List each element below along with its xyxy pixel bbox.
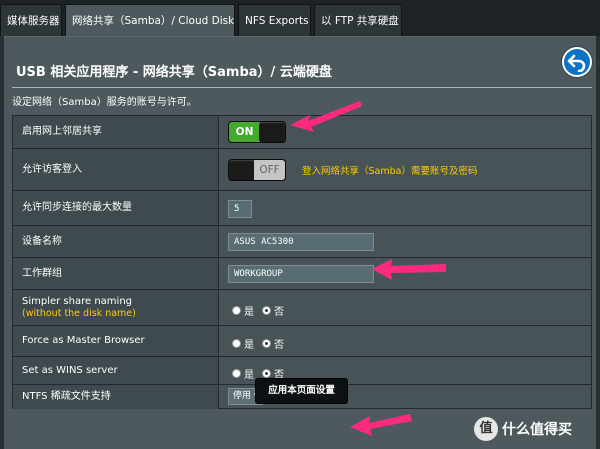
- radio-no[interactable]: [262, 339, 271, 348]
- row-label: NTFS 稀疏文件支持: [13, 385, 219, 409]
- row-master-browser: Force as Master Browser 是 否: [13, 326, 591, 357]
- radio-yes[interactable]: [232, 369, 241, 378]
- annotation-arrow-icon: [290, 101, 362, 132]
- guest-login-toggle[interactable]: OFF: [228, 159, 286, 181]
- page-description: 设定网络（Samba）服务的账号与许可。: [12, 97, 197, 108]
- row-label: 允许访客登入: [13, 149, 219, 190]
- settings-table: 启用网上邻居共享 ON 允许访客登入 OFF 登入网络共享（Samba）需要账号…: [12, 115, 592, 409]
- radio-no-label: 否: [274, 307, 284, 318]
- row-label: Set as WINS server: [13, 357, 219, 384]
- tab-bar: 媒体服务器 网络共享（Samba）/ Cloud Disk NFS Export…: [0, 0, 600, 36]
- max-connections-input[interactable]: 5: [228, 200, 252, 218]
- simpler-naming-sublabel: (without the disk name): [22, 307, 136, 319]
- row-label: 设备名称: [13, 226, 219, 257]
- row-label: 启用网上邻居共享: [13, 116, 219, 148]
- simpler-naming-label: Simpler share naming: [22, 295, 133, 307]
- device-name-input[interactable]: ASUS AC5300: [228, 233, 374, 251]
- row-guest-login: 允许访客登入 OFF 登入网络共享（Samba）需要账号及密码: [13, 149, 591, 191]
- simpler-naming-radio-group: 是 否: [232, 303, 292, 318]
- page-title: USB 相关应用程序 - 网络共享（Samba）/ 云端硬盘: [16, 65, 332, 80]
- back-button[interactable]: [562, 47, 592, 77]
- row-simpler-share-naming: Simpler share naming (without the disk n…: [13, 290, 591, 326]
- toggle-on-label: ON: [229, 122, 260, 142]
- toggle-knob: [259, 122, 285, 142]
- radio-yes-label: 是: [244, 307, 254, 318]
- workgroup-input[interactable]: WORKGROUP: [228, 265, 374, 283]
- radio-yes-label: 是: [244, 370, 254, 381]
- master-browser-radio-group: 是 否: [232, 336, 292, 351]
- radio-yes-label: 是: [244, 340, 254, 351]
- tab-media-server[interactable]: 媒体服务器: [0, 4, 62, 36]
- row-label: Force as Master Browser: [13, 326, 219, 356]
- title-divider: [12, 87, 592, 88]
- watermark-logo-icon: 值: [474, 417, 498, 441]
- row-label: 工作群组: [13, 258, 219, 289]
- back-arrow-icon: [567, 54, 586, 72]
- tab-nfs-exports[interactable]: NFS Exports: [238, 4, 311, 36]
- watermark: 值 什么值得买: [474, 417, 572, 441]
- toggle-knob: [229, 160, 255, 180]
- toggle-off-label: OFF: [254, 160, 285, 180]
- apply-button[interactable]: 应用本页面设置: [255, 378, 348, 404]
- row-workgroup: 工作群组 WORKGROUP: [13, 258, 591, 290]
- network-neighborhood-toggle[interactable]: ON: [228, 121, 286, 143]
- row-label: Simpler share naming (without the disk n…: [13, 290, 219, 325]
- annotation-arrow-icon: [372, 259, 446, 280]
- tab-ftp-share[interactable]: 以 FTP 共享硬盘: [314, 4, 402, 36]
- radio-no[interactable]: [262, 369, 271, 378]
- guest-login-hint: 登入网络共享（Samba）需要账号及密码: [302, 166, 478, 177]
- watermark-text: 什么值得买: [502, 422, 572, 438]
- tab-samba-cloud-disk[interactable]: 网络共享（Samba）/ Cloud Disk: [65, 4, 235, 36]
- annotation-arrow-icon: [350, 414, 412, 436]
- row-max-connections: 允许同步连接的最大数量 5: [13, 191, 591, 226]
- radio-no[interactable]: [262, 306, 271, 315]
- radio-yes[interactable]: [232, 306, 241, 315]
- radio-yes[interactable]: [232, 339, 241, 348]
- row-device-name: 设备名称 ASUS AC5300: [13, 226, 591, 258]
- row-label: 允许同步连接的最大数量: [13, 191, 219, 225]
- radio-no-label: 否: [274, 340, 284, 351]
